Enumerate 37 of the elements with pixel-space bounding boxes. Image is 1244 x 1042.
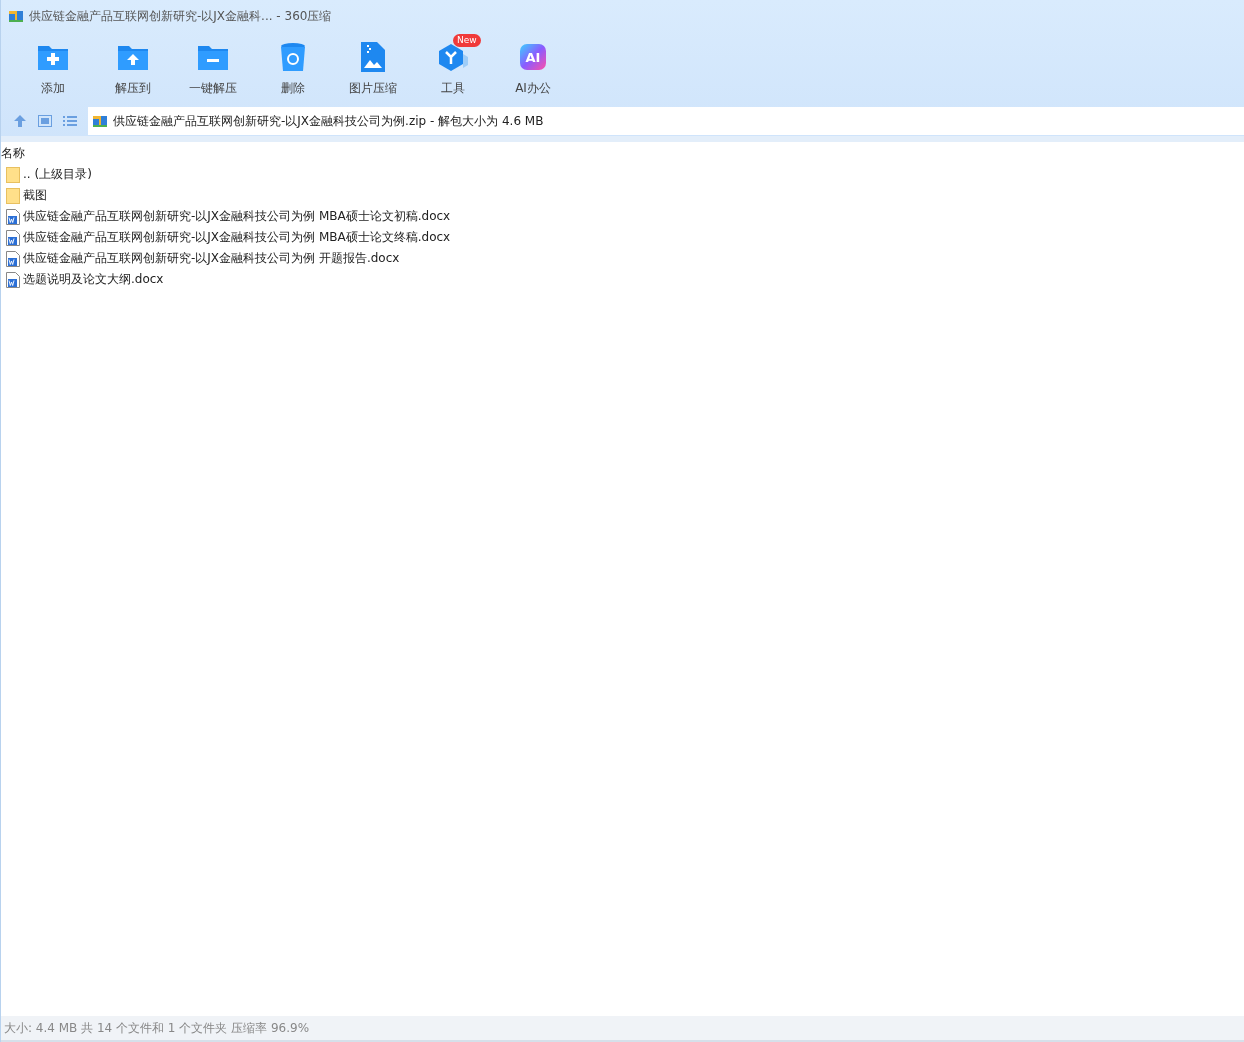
file-name[interactable]: 选题说明及论文大纲.docx xyxy=(23,271,164,288)
word-document-icon xyxy=(6,250,20,267)
toolbar-button[interactable]: New 工具 xyxy=(413,32,493,106)
archive-icon xyxy=(8,8,24,24)
word-document-icon xyxy=(6,229,20,246)
recycle-bin-icon xyxy=(280,42,306,72)
list-view-icon[interactable] xyxy=(63,115,77,127)
toolbar-button[interactable]: 添加 xyxy=(13,32,93,106)
archive-icon xyxy=(92,113,108,129)
toolbar-button[interactable]: 一键解压 xyxy=(173,32,253,106)
file-name[interactable]: 供应链金融产品互联网创新研究-以JX金融科技公司为例 开题报告.docx xyxy=(23,250,400,267)
column-header[interactable]: 名称 xyxy=(1,144,25,162)
toolbar-button[interactable]: 图片压缩 xyxy=(333,32,413,106)
file-name[interactable]: 供应链金融产品互联网创新研究-以JX金融科技公司为例 MBA硕士论文初稿.docx xyxy=(23,208,451,225)
thumbnail-view-icon[interactable] xyxy=(38,115,52,127)
file-name[interactable]: .. (上级目录) xyxy=(23,166,92,183)
cube-icon xyxy=(437,42,469,72)
folder-upload-icon xyxy=(117,43,149,71)
folder-minus-icon xyxy=(197,43,229,71)
toolbar-button[interactable]: 删除 xyxy=(253,32,333,106)
new-badge: New xyxy=(453,34,481,47)
address-bar[interactable]: 供应链金融产品互联网创新研究-以JX金融科技公司为例.zip - 解包大小为 4.6 MB xyxy=(88,107,1244,135)
file-name[interactable]: 截图 xyxy=(23,187,47,204)
word-document-icon xyxy=(6,208,20,225)
up-arrow-icon[interactable] xyxy=(13,114,27,128)
window-title: 供应链金融产品互联网创新研究-以JX金融科... - 360压缩 xyxy=(29,7,332,25)
archive-path: 供应链金融产品互联网创新研究-以JX金融科技公司为例.zip - 解包大小为 4.6 MB xyxy=(113,112,544,130)
word-document-icon xyxy=(6,271,20,288)
toolbar-button[interactable]: 解压到 xyxy=(93,32,173,106)
status-bar: 大小: 4.4 MB 共 14 个文件和 1 个文件夹 压缩率 96.9% xyxy=(1,1016,1244,1042)
file-name[interactable]: 供应链金融产品互联网创新研究-以JX金融科技公司为例 MBA硕士论文终稿.docx xyxy=(23,229,451,246)
image-file-icon xyxy=(361,42,385,72)
folder-plus-icon xyxy=(37,43,69,71)
ai-icon: AI xyxy=(520,44,546,70)
toolbar-button[interactable]: AI AI办公 xyxy=(493,32,573,106)
folder-icon xyxy=(6,166,20,183)
folder-icon xyxy=(6,187,20,204)
